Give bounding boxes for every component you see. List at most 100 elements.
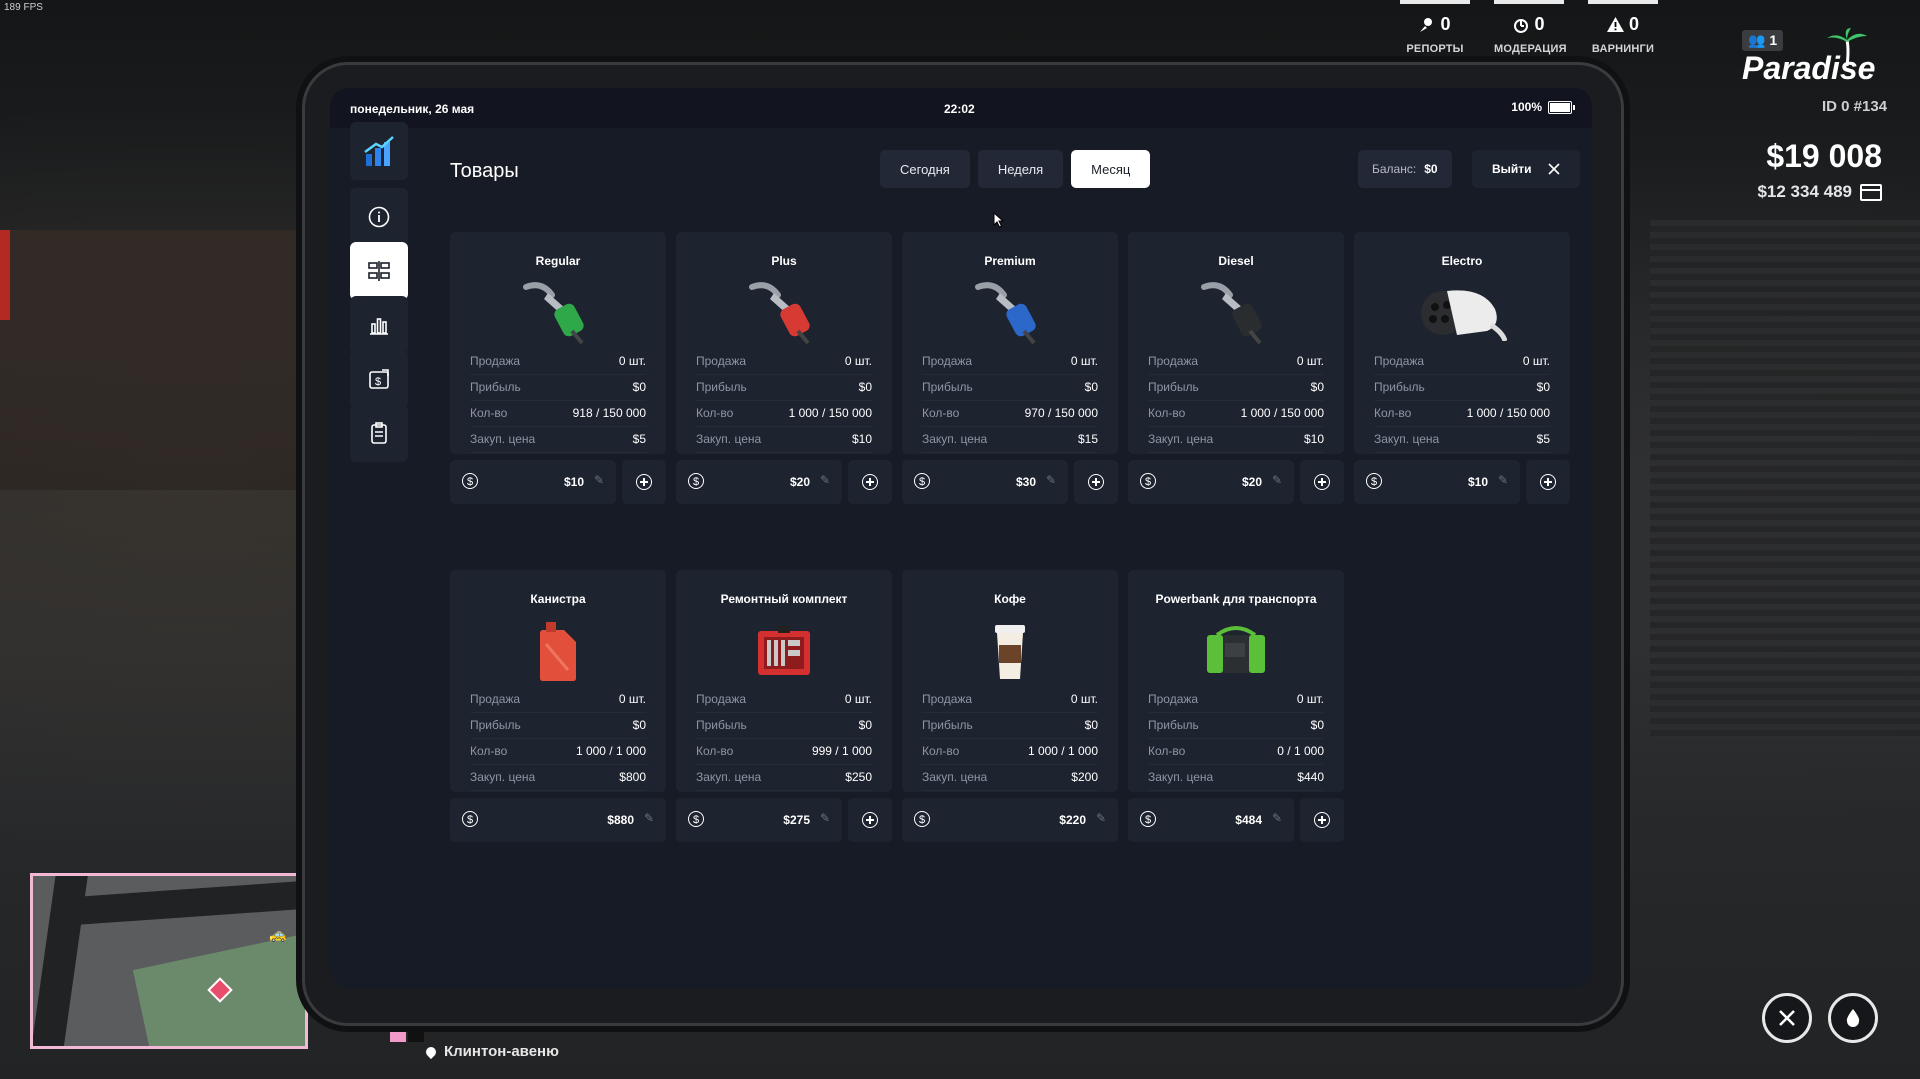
background-sign <box>0 230 10 320</box>
plus-circle-icon <box>1540 474 1556 490</box>
tablet-status-bar: понедельник, 26 мая 22:02 100% <box>330 88 1592 128</box>
sell-price: $484 <box>1235 813 1262 827</box>
hud-stat-moderation: 0 МОДЕРАЦИЯ <box>1494 0 1567 55</box>
price-field[interactable]: $ $275 ✎ <box>676 798 842 842</box>
product-row-qty: Кол-во 1 000 / 150 000 <box>1374 400 1550 427</box>
product-row-buy: Закуп. цена $10 <box>1148 426 1324 453</box>
product-info: Regular Продажа 0 шт. Прибыль $0 Кол-во … <box>450 232 666 454</box>
row-value: $15 <box>1077 432 1098 446</box>
sidebar-info-button[interactable] <box>350 188 408 246</box>
coffee-cup-icon <box>960 616 1060 686</box>
street-label: Клинтон-авеню <box>444 1043 559 1060</box>
water-status-icon <box>1828 993 1878 1043</box>
product-row-buy: Закуп. цена $15 <box>922 426 1098 453</box>
row-value: $200 <box>1071 770 1098 784</box>
add-stock-button[interactable] <box>1074 460 1118 504</box>
row-label: Кол-во <box>696 406 734 420</box>
vehicle-blip-icon: 🚕 <box>269 926 287 942</box>
tablet-screen: понедельник, 26 мая 22:02 100% $ Товары … <box>330 88 1592 988</box>
pencil-icon[interactable]: ✎ <box>1046 473 1056 487</box>
reports-icon <box>1420 17 1433 32</box>
row-label: Прибыль <box>470 718 521 732</box>
price-field[interactable]: $ $10 ✎ <box>1354 460 1520 504</box>
add-stock-button[interactable] <box>1526 460 1570 504</box>
tab-month[interactable]: Месяц <box>1071 150 1151 188</box>
row-value: 1 000 / 150 000 <box>788 406 872 420</box>
row-value: 0 шт. <box>1522 354 1550 368</box>
reports-label: РЕПОРТЫ <box>1406 43 1464 55</box>
product-info: Diesel Продажа 0 шт. Прибыль $0 Кол-во 1… <box>1128 232 1344 454</box>
sidebar-orders-button[interactable] <box>350 404 408 462</box>
exit-button[interactable]: Выйти <box>1472 150 1580 188</box>
row-value: $0 <box>632 380 646 394</box>
minimap-road <box>72 878 305 926</box>
product-row-buy: Закуп. цена $5 <box>470 426 646 453</box>
pencil-icon[interactable]: ✎ <box>594 473 604 487</box>
sidebar-products-button[interactable] <box>350 242 408 300</box>
row-label: Продажа <box>470 354 521 368</box>
cash-amount: $19 008 <box>1766 138 1882 174</box>
product-name: Regular <box>535 254 581 268</box>
tab-week[interactable]: Неделя <box>977 150 1064 188</box>
mouse-cursor-icon <box>993 212 1005 228</box>
pencil-icon[interactable]: ✎ <box>1272 811 1282 825</box>
player-id: ID 0 #134 <box>1822 98 1888 115</box>
sell-price: $880 <box>607 813 634 827</box>
pencil-icon[interactable]: ✎ <box>1498 473 1508 487</box>
product-row-profit: Прибыль $0 <box>696 374 872 401</box>
price-field[interactable]: $ $220 ✎ <box>902 798 1118 842</box>
info-icon <box>368 206 390 228</box>
product-card: Канистра Продажа 0 шт. Прибыль $0 Кол-во… <box>450 570 666 842</box>
product-row-sales: Продажа 0 шт. <box>1374 348 1550 375</box>
clipboard-icon <box>371 422 387 444</box>
row-label: Прибыль <box>922 380 973 394</box>
row-label: Кол-во <box>922 744 960 758</box>
blue-fuel-nozzle-icon <box>960 278 1060 348</box>
money-exchange-icon: $ <box>369 369 389 389</box>
product-name: Канистра <box>530 592 586 606</box>
repair-kit-icon <box>734 616 834 686</box>
row-value: 0 шт. <box>1070 354 1098 368</box>
row-label: Прибыль <box>696 718 747 732</box>
product-row-sales: Продажа 0 шт. <box>470 348 646 375</box>
add-stock-button[interactable] <box>1300 798 1344 842</box>
row-label: Закуп. цена <box>696 770 762 784</box>
product-card: Powerbank для транспорта Продажа 0 шт. П… <box>1128 570 1344 842</box>
pencil-icon[interactable]: ✎ <box>820 473 830 487</box>
price-field[interactable]: $ $484 ✎ <box>1128 798 1294 842</box>
row-value: $0 <box>1536 380 1550 394</box>
dollar-coin-icon: $ <box>914 811 930 827</box>
product-row-sales: Продажа 0 шт. <box>1148 686 1324 713</box>
product-row-profit: Прибыль $0 <box>470 374 646 401</box>
product-row-sales: Продажа 0 шт. <box>696 348 872 375</box>
product-row-buy: Закуп. цена $250 <box>696 764 872 791</box>
pencil-icon[interactable]: ✎ <box>1272 473 1282 487</box>
price-field[interactable]: $ $20 ✎ <box>676 460 842 504</box>
pencil-icon[interactable]: ✎ <box>644 811 654 825</box>
price-field[interactable]: $ $880 ✎ <box>450 798 666 842</box>
price-field[interactable]: $ $10 ✎ <box>450 460 616 504</box>
row-label: Кол-во <box>470 406 508 420</box>
price-field[interactable]: $ $20 ✎ <box>1128 460 1294 504</box>
add-stock-button[interactable] <box>848 460 892 504</box>
price-field[interactable]: $ $30 ✎ <box>902 460 1068 504</box>
tab-today[interactable]: Сегодня <box>880 150 970 188</box>
row-value: 999 / 1 000 <box>811 744 872 758</box>
row-value: $0 <box>858 380 872 394</box>
add-stock-button[interactable] <box>622 460 666 504</box>
pencil-icon[interactable]: ✎ <box>820 811 830 825</box>
product-row-profit: Прибыль $0 <box>1374 374 1550 401</box>
stats-logo-button[interactable] <box>350 122 408 180</box>
product-card: Regular Продажа 0 шт. Прибыль $0 Кол-во … <box>450 232 666 504</box>
sidebar-statistics-button[interactable] <box>350 296 408 354</box>
product-card: Plus Продажа 0 шт. Прибыль $0 Кол-во 1 0… <box>676 232 892 504</box>
location-pin-icon <box>423 1044 439 1059</box>
sidebar-finance-button[interactable]: $ <box>350 350 408 408</box>
hud-stats: 0 РЕПОРТЫ 0 МОДЕРАЦИЯ 0 ВАРНИНГИ <box>1400 0 1658 55</box>
status-battery: 100% <box>1511 100 1575 114</box>
add-stock-button[interactable] <box>1300 460 1344 504</box>
fork-knife-icon <box>1779 1010 1795 1026</box>
add-stock-button[interactable] <box>848 798 892 842</box>
pencil-icon[interactable]: ✎ <box>1096 811 1106 825</box>
row-label: Прибыль <box>1148 718 1199 732</box>
